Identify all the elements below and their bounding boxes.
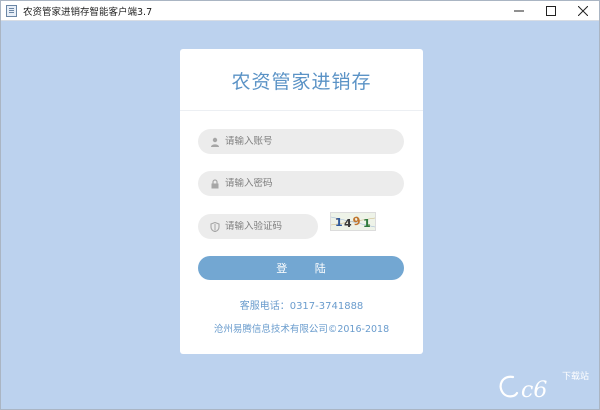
window-controls <box>503 1 599 20</box>
close-icon <box>578 5 588 16</box>
captcha-input[interactable] <box>225 221 315 232</box>
password-field[interactable] <box>198 171 404 196</box>
close-button[interactable] <box>567 1 599 20</box>
window-title: 农资管家进销存智能客户端3.7 <box>23 6 153 18</box>
login-title: 农资管家进销存 <box>231 71 372 93</box>
user-icon <box>209 136 221 148</box>
login-card: 农资管家进销存 请输入账号 请输入验证码 1 4 9 1 登 陆 客服电话：03… <box>180 49 423 354</box>
title-bar: 农资管家进销存智能客户端3.7 <box>1 1 599 21</box>
svg-text:4: 4 <box>344 217 352 230</box>
svg-text:1: 1 <box>335 216 343 229</box>
svg-text:c6: c6 <box>521 378 547 403</box>
app-window: 农资管家进销存智能客户端3.7 农资管家进销存 请输入账号 请输入验证码 1 4… <box>0 0 600 410</box>
account-input[interactable] <box>225 136 385 147</box>
captcha-image[interactable]: 1 4 9 1 <box>330 212 376 231</box>
watermark-subtitle: 下载站 <box>562 372 590 382</box>
account-field[interactable] <box>198 129 404 154</box>
svg-text:9: 9 <box>352 214 362 228</box>
maximize-icon <box>546 5 556 16</box>
maximize-button[interactable] <box>535 1 567 20</box>
captcha-field[interactable] <box>198 214 318 239</box>
title-divider <box>180 110 423 111</box>
app-icon <box>6 4 17 17</box>
shield-icon <box>209 221 221 233</box>
lock-icon <box>209 178 221 190</box>
minimize-icon <box>514 10 524 11</box>
copyright-text: 沧州易腾信息技术有限公司©2016-2018 <box>213 324 390 335</box>
site-watermark: c6 下载站 <box>495 367 595 403</box>
password-input[interactable] <box>225 178 385 189</box>
login-button[interactable]: 登 陆 <box>198 256 404 280</box>
support-phone: 客服电话：0317-3741888 <box>239 301 364 312</box>
svg-text:1: 1 <box>363 217 371 230</box>
minimize-button[interactable] <box>503 1 535 20</box>
